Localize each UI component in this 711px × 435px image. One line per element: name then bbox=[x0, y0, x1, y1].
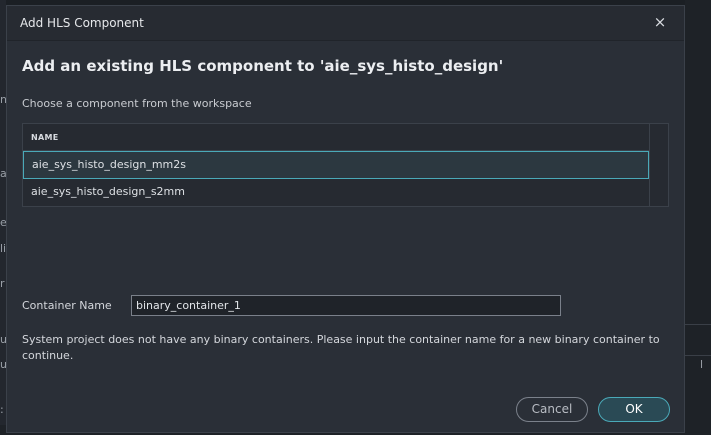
dialog-subheading: Choose a component from the workspace bbox=[22, 97, 252, 110]
dialog-heading: Add an existing HLS component to 'aie_sy… bbox=[22, 57, 504, 75]
dialog-title: Add HLS Component bbox=[20, 16, 144, 30]
background-divider bbox=[685, 324, 711, 325]
container-name-input[interactable] bbox=[131, 295, 561, 316]
table-scrollbar-divider bbox=[649, 124, 650, 206]
column-header-name[interactable]: NAME bbox=[31, 133, 59, 142]
background-text: r bbox=[0, 277, 5, 290]
component-table: NAME aie_sys_histo_design_mm2s aie_sys_h… bbox=[22, 123, 669, 207]
table-header: NAME bbox=[23, 124, 649, 151]
table-row[interactable]: aie_sys_histo_design_mm2s bbox=[23, 151, 649, 179]
ok-button[interactable]: OK bbox=[598, 397, 670, 422]
dialog-titlebar: Add HLS Component × bbox=[7, 6, 684, 41]
background-app-right-edge bbox=[685, 0, 711, 435]
background-text: l bbox=[700, 358, 704, 371]
container-name-label: Container Name bbox=[22, 299, 112, 312]
info-message: System project does not have any binary … bbox=[22, 333, 660, 362]
close-icon[interactable]: × bbox=[650, 12, 670, 32]
background-text: : bbox=[0, 403, 4, 416]
background-divider bbox=[685, 355, 711, 356]
cancel-button[interactable]: Cancel bbox=[516, 397, 588, 422]
table-row[interactable]: aie_sys_histo_design_s2mm bbox=[23, 179, 649, 207]
add-hls-component-dialog: Add HLS Component × Add an existing HLS … bbox=[6, 5, 685, 433]
